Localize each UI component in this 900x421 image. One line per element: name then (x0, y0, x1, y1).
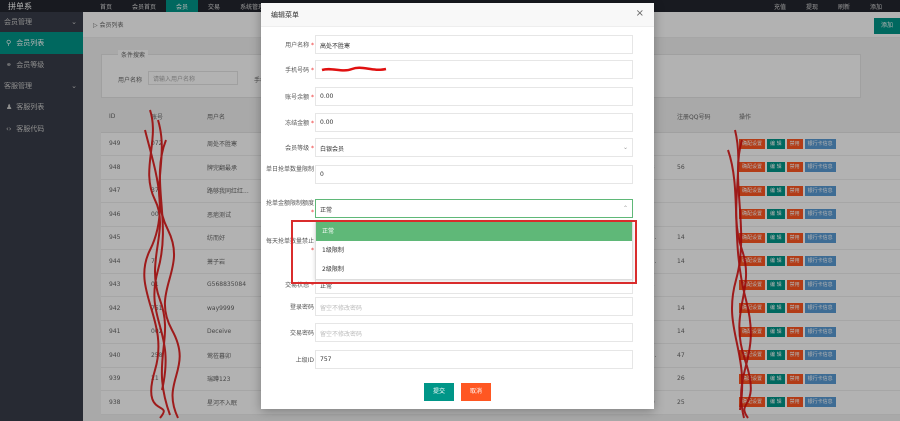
field-label: 抢单金额限制额度 * (264, 199, 314, 217)
level-select[interactable]: 白银会员 (315, 138, 633, 157)
dialog-footer: 提交 取消 (261, 379, 654, 409)
form-row-level: 会员等级 * 白银会员 ⌄ (261, 138, 654, 158)
label-text: 用户名称 (285, 42, 310, 49)
form-row-daily-limit: 单日抢单数量限制 0 (261, 165, 654, 185)
label-text: 抢单金额限制额度 (265, 200, 314, 207)
frozen-field[interactable]: 0.00 (315, 113, 633, 132)
chevron-up-icon: ⌃ (622, 205, 628, 212)
field-label: 冻结金额 * (264, 118, 314, 127)
label-text: 冻结金额 (285, 120, 310, 127)
amount-limit-select[interactable]: 正常 (315, 199, 633, 218)
required-mark: * (311, 145, 314, 152)
form-row-balance: 账号余额 * 0.00 (261, 87, 654, 107)
close-icon[interactable]: × (636, 8, 644, 19)
parent-id-field[interactable]: 757 (315, 350, 633, 369)
cancel-button[interactable]: 取消 (461, 383, 491, 401)
label-text: 交易密码 (289, 330, 314, 337)
label-text: 登录密码 (289, 304, 314, 311)
label-text: 单日抢单数量限制 (265, 166, 314, 173)
balance-field[interactable]: 0.00 (315, 87, 633, 106)
form-row-parent-id: 上级ID 757 (261, 350, 654, 370)
label-text: 上级ID (295, 357, 314, 364)
field-label: 手机号码 * (264, 65, 314, 74)
login-password-field[interactable]: 留空不修改密码 (315, 297, 633, 316)
field-label: 上级ID (264, 355, 314, 364)
form-row-username: 用户名称 * 高处不胜寒 (261, 35, 654, 55)
form-row-phone: 手机号码 * (261, 60, 654, 80)
submit-button[interactable]: 提交 (424, 383, 454, 401)
field-label: 账号余额 * (264, 92, 314, 101)
required-mark: * (311, 67, 314, 74)
label-text: 账号余额 (285, 94, 310, 101)
required-mark: * (311, 209, 314, 216)
trade-password-field[interactable]: 留空不修改密码 (315, 323, 633, 342)
form-row-amount-limit: 抢单金额限制额度 * 正常 ⌃ (261, 199, 654, 219)
field-label: 单日抢单数量限制 (264, 165, 314, 174)
field-label: 登录密码 (264, 302, 314, 311)
daily-limit-field[interactable]: 0 (315, 165, 633, 184)
required-mark: * (311, 42, 314, 49)
label-text: 会员等级 (285, 145, 310, 152)
redaction-scribble (321, 66, 387, 72)
form-row-login-password: 登录密码 留空不修改密码 (261, 297, 654, 317)
form-row-trade-password: 交易密码 留空不修改密码 (261, 323, 654, 343)
edit-dialog: 编辑菜单 × 用户名称 * 高处不胜寒 手机号码 * 账号余额 * 0.00 冻… (261, 3, 654, 409)
field-label: 用户名称 * (264, 40, 314, 49)
field-label: 会员等级 * (264, 143, 314, 152)
username-field[interactable]: 高处不胜寒 (315, 35, 633, 54)
highlight-box (291, 220, 637, 284)
field-label: 交易密码 (264, 328, 314, 337)
form-row-frozen: 冻结金额 * 0.00 (261, 113, 654, 133)
phone-field[interactable] (315, 60, 633, 79)
required-mark: * (311, 120, 314, 127)
dialog-title: 编辑菜单 (271, 11, 299, 19)
dialog-header: 编辑菜单 × (261, 3, 654, 27)
required-mark: * (311, 94, 314, 101)
label-text: 手机号码 (285, 67, 310, 74)
chevron-down-icon: ⌄ (622, 144, 628, 151)
